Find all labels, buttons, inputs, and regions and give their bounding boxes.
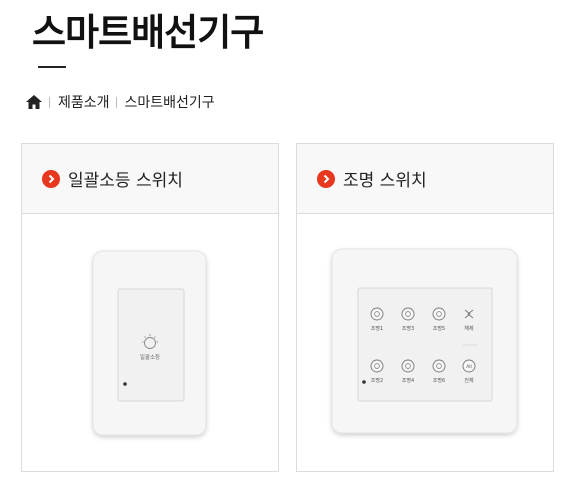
product-image[interactable]: 조명1 조명3 조명5 해제 조명2 조명4 조명6 All 전체	[297, 214, 553, 471]
breadcrumb-item-products[interactable]: 제품소개	[58, 92, 110, 112]
breadcrumb-separator	[49, 96, 50, 108]
product-card-light-switch[interactable]: 조명 스위치 조명1 조명3 조명5 해제 조명2 조명4 조명6 All 전체	[296, 143, 554, 472]
svg-text:조명5: 조명5	[433, 325, 445, 332]
chevron-right-icon	[317, 169, 335, 188]
product-name: 일괄소등 스위치	[68, 171, 183, 191]
svg-text:All: All	[466, 364, 472, 370]
svg-text:조명6: 조명6	[433, 377, 445, 384]
svg-text:조명4: 조명4	[402, 377, 414, 384]
svg-text:해제: 해제	[464, 325, 474, 332]
breadcrumb-item-current[interactable]: 스마트배선기구	[125, 92, 215, 112]
home-icon[interactable]	[25, 94, 43, 110]
product-card-all-off-switch[interactable]: 일괄소등 스위치 일괄소등	[21, 143, 279, 472]
all-off-switch-illustration: 일괄소등	[92, 250, 207, 436]
title-divider	[38, 66, 66, 68]
product-image[interactable]: 일괄소등	[22, 214, 278, 471]
page-title: 스마트배선기구	[32, 11, 264, 54]
product-card-header[interactable]: 조명 스위치	[297, 144, 553, 214]
indicator-led	[123, 382, 127, 386]
switch-label: 일괄소등	[140, 353, 160, 361]
breadcrumb: 제품소개 스마트배선기구	[25, 92, 215, 112]
product-card-header[interactable]: 일괄소등 스위치	[22, 144, 278, 214]
breadcrumb-separator	[115, 96, 117, 108]
svg-text:전체: 전체	[464, 377, 474, 384]
svg-text:조명3: 조명3	[402, 325, 414, 332]
product-name: 조명 스위치	[343, 171, 427, 191]
svg-text:조명1: 조명1	[371, 325, 383, 332]
chevron-right-icon	[42, 169, 60, 188]
svg-text:조명2: 조명2	[371, 377, 383, 384]
indicator-led	[362, 380, 366, 384]
light-switch-illustration: 조명1 조명3 조명5 해제 조명2 조명4 조명6 All 전체	[331, 248, 518, 434]
